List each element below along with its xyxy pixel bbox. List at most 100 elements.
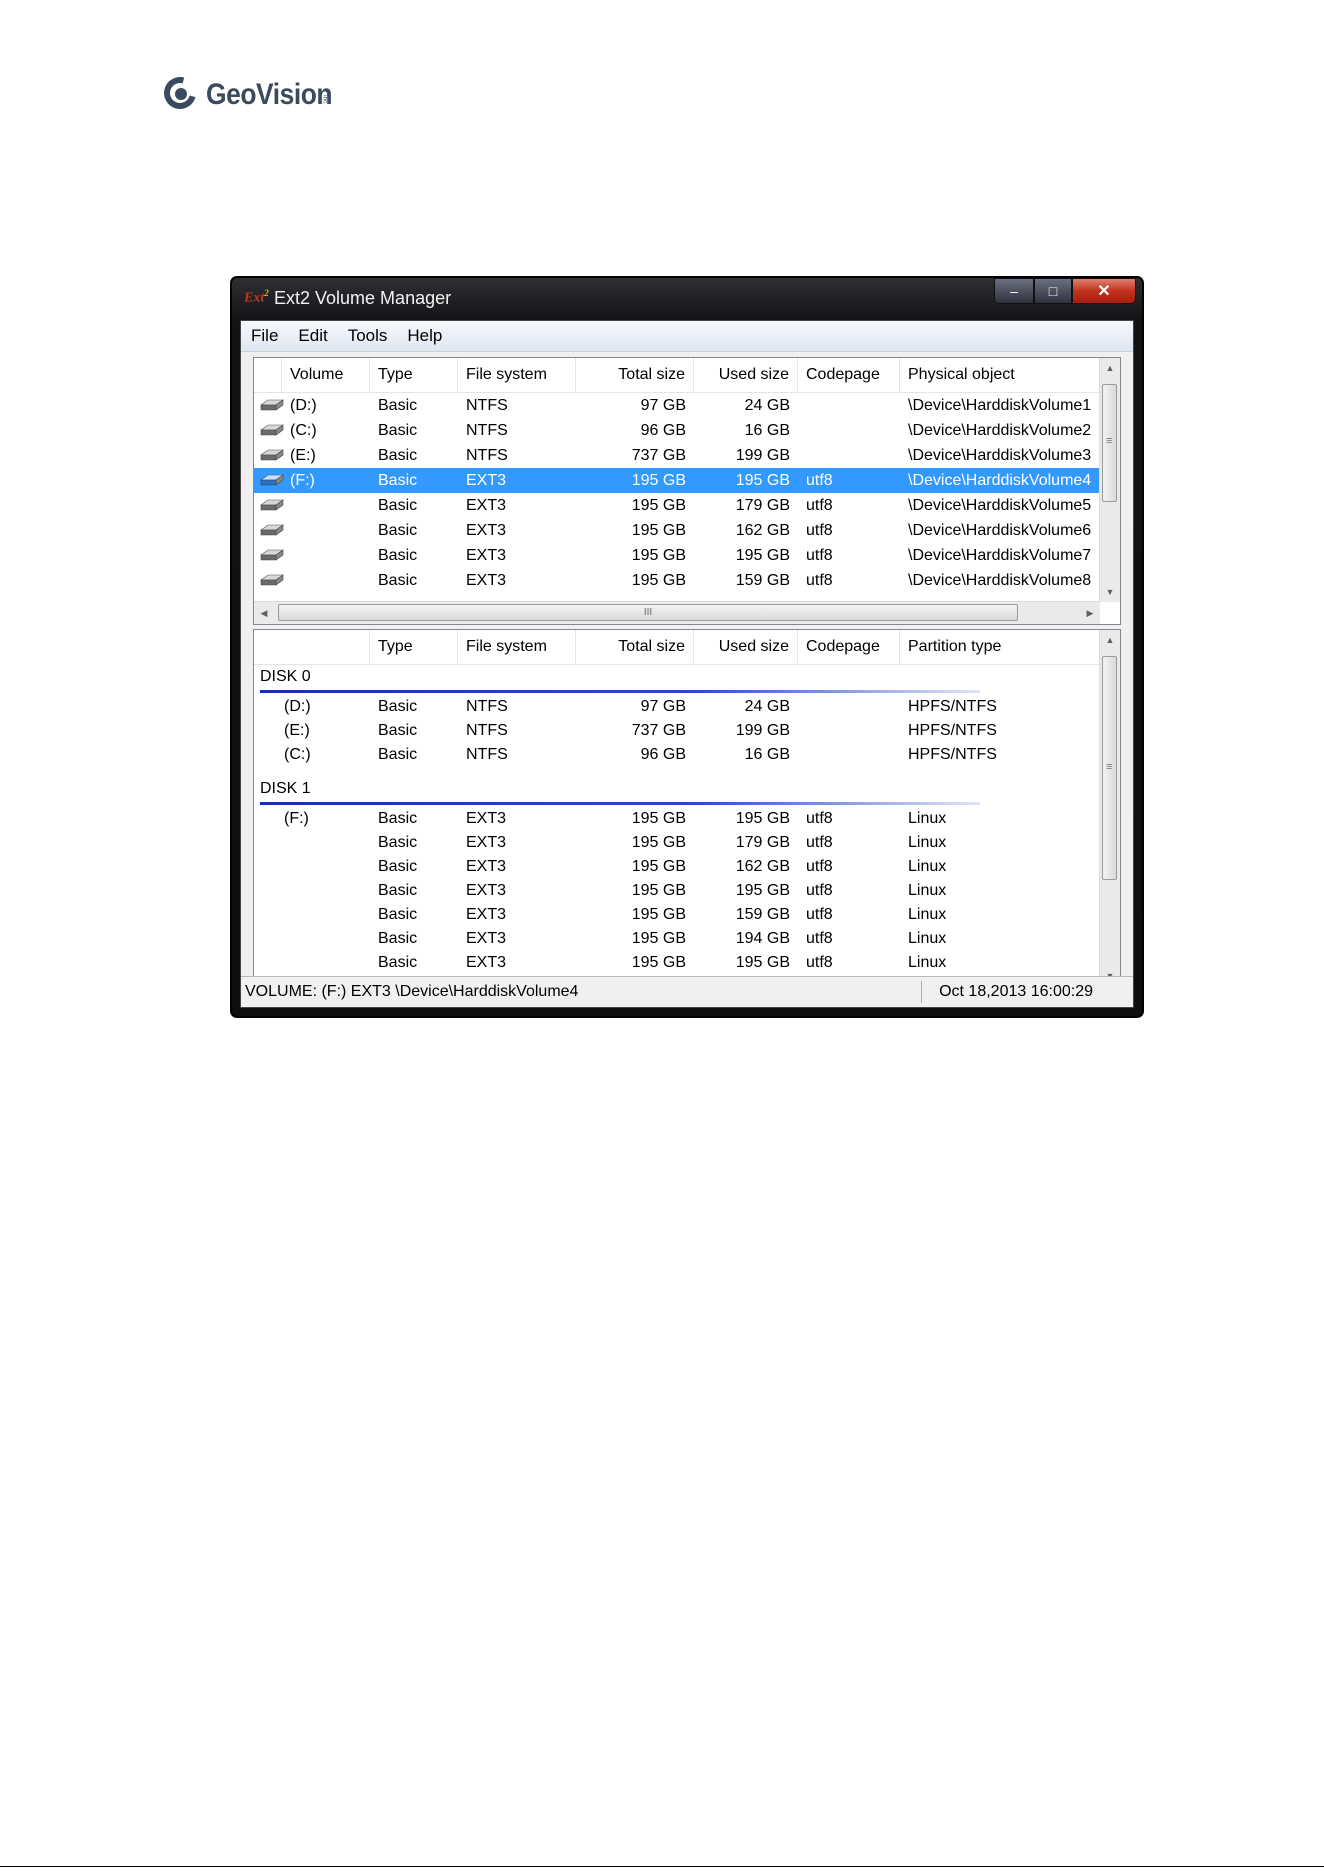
- hard-drive-icon: [260, 449, 284, 461]
- page-footer-rule: [0, 1866, 1324, 1867]
- volume-list-hscroll[interactable]: ◀ III ▶: [254, 601, 1100, 624]
- volume-row[interactable]: Basic EXT3 195 GB 179 GB utf8 \Device\Harddis…: [254, 493, 1114, 518]
- scroll-up-arrow-icon[interactable]: ▲: [1100, 358, 1120, 378]
- partition-row[interactable]: Basic EXT3 195 GB 195 GB utf8 Linux: [254, 878, 1114, 902]
- cell-total: 195 GB: [631, 858, 686, 875]
- cell-used: 199 GB: [735, 447, 790, 464]
- cell-volume: [276, 926, 370, 951]
- volume-row[interactable]: (C:) Basic NTFS 96 GB 16 GB \Device\HarddiskV…: [254, 418, 1114, 443]
- volume-list-vscroll-thumb[interactable]: ≡: [1102, 384, 1117, 502]
- cell-codepage: utf8: [806, 954, 833, 971]
- column-header-total-size[interactable]: Total size: [576, 358, 694, 392]
- volume-row[interactable]: Basic EXT3 195 GB 159 GB utf8 \Device\Harddis…: [254, 568, 1114, 593]
- volume-list-vscroll[interactable]: ▲ ≡ ▼: [1099, 358, 1120, 602]
- cell-ptype: Linux: [908, 858, 947, 875]
- cell-total: 195 GB: [631, 834, 686, 851]
- column-header-codepage[interactable]: Codepage: [798, 630, 900, 664]
- column-header-total-size[interactable]: Total size: [576, 630, 694, 664]
- window-title: Ext2 Volume Manager: [274, 288, 452, 308]
- cell-ptype: Linux: [908, 810, 947, 827]
- column-header-volume[interactable]: [254, 630, 370, 664]
- cell-type: Basic: [378, 930, 418, 947]
- hard-drive-icon: [260, 474, 284, 486]
- partition-row[interactable]: Basic EXT3 195 GB 159 GB utf8 Linux: [254, 902, 1114, 926]
- menu-bar: File Edit Tools Help: [241, 321, 1133, 352]
- volume-row[interactable]: (F:) Basic EXT3 195 GB 195 GB utf8 \Device\Har…: [254, 468, 1114, 493]
- partition-list[interactable]: Type File system Total size Used size Codepa…: [253, 629, 1121, 987]
- volume-list-hscroll-thumb[interactable]: III: [278, 604, 1018, 621]
- cell-ptype: Linux: [908, 882, 947, 899]
- volume-row[interactable]: Basic EXT3 195 GB 162 GB utf8 \Device\Harddis…: [254, 518, 1114, 543]
- cell-volume: [282, 518, 370, 543]
- menu-file[interactable]: File: [241, 326, 288, 346]
- partition-row[interactable]: Basic EXT3 195 GB 195 GB utf8 Linux: [254, 950, 1114, 974]
- column-header-volume[interactable]: Volume: [282, 358, 370, 392]
- cell-used: 162 GB: [735, 522, 790, 539]
- hard-drive-icon: [260, 549, 284, 561]
- cell-fs: NTFS: [466, 422, 508, 439]
- maximize-button[interactable]: □: [1034, 278, 1072, 304]
- geovision-logo: GeoVision Inc.: [158, 70, 333, 120]
- cell-used: 159 GB: [735, 906, 790, 923]
- column-header-file-system[interactable]: File system: [458, 358, 576, 392]
- cell-volume: [276, 902, 370, 927]
- cell-fs: EXT3: [466, 547, 507, 564]
- cell-used: 199 GB: [735, 722, 790, 739]
- partition-row[interactable]: (F:) Basic EXT3 195 GB 195 GB utf8 Linux: [254, 806, 1114, 830]
- scroll-right-arrow-icon[interactable]: ▶: [1080, 603, 1100, 623]
- minimize-button[interactable]: –: [994, 278, 1034, 304]
- app-window: Ext2 Ext2 Volume Manager – □ ✕ File Edit T…: [230, 276, 1144, 1018]
- partition-list-vscroll-thumb[interactable]: ≡: [1102, 656, 1117, 880]
- column-header-codepage[interactable]: Codepage: [798, 358, 900, 392]
- menu-help[interactable]: Help: [397, 326, 452, 346]
- volume-list-header: Volume Type File system Total size Used size…: [254, 358, 1114, 393]
- volume-list[interactable]: Volume Type File system Total size Used size…: [253, 357, 1121, 625]
- cell-fs: EXT3: [466, 858, 507, 875]
- scroll-left-arrow-icon[interactable]: ◀: [254, 603, 274, 623]
- cell-fs: NTFS: [466, 397, 508, 414]
- cell-fs: EXT3: [466, 522, 507, 539]
- cell-used: 24 GB: [744, 397, 790, 414]
- partition-row[interactable]: (E:) Basic NTFS 737 GB 199 GB HPFS/NTFS: [254, 718, 1114, 742]
- title-bar[interactable]: Ext2 Ext2 Volume Manager – □ ✕: [232, 278, 1142, 320]
- partition-row[interactable]: Basic EXT3 195 GB 194 GB utf8 Linux: [254, 926, 1114, 950]
- cell-type: Basic: [378, 397, 418, 414]
- status-separator: [921, 981, 922, 1003]
- scroll-down-arrow-icon[interactable]: ▼: [1100, 582, 1120, 602]
- volume-row[interactable]: (D:) Basic NTFS 97 GB 24 GB \Device\HarddiskV…: [254, 393, 1114, 418]
- cell-type: Basic: [378, 858, 418, 875]
- partition-row[interactable]: Basic EXT3 195 GB 179 GB utf8 Linux: [254, 830, 1114, 854]
- column-header-type[interactable]: Type: [370, 630, 458, 664]
- partition-list-vscroll[interactable]: ▲ ≡ ▼: [1099, 630, 1120, 986]
- scroll-up-arrow-icon[interactable]: ▲: [1100, 630, 1120, 650]
- cell-used: 195 GB: [735, 954, 790, 971]
- cell-total: 195 GB: [631, 810, 686, 827]
- column-header-physical-object[interactable]: Physical object: [900, 358, 1114, 392]
- hard-drive-icon: [260, 424, 284, 436]
- cell-total: 97 GB: [640, 397, 686, 414]
- column-header-used-size[interactable]: Used size: [694, 630, 798, 664]
- partition-row[interactable]: (C:) Basic NTFS 96 GB 16 GB HPFS/NTFS: [254, 742, 1114, 766]
- volume-row[interactable]: (E:) Basic NTFS 737 GB 199 GB \Device\Harddis…: [254, 443, 1114, 468]
- menu-tools[interactable]: Tools: [338, 326, 398, 346]
- cell-fs: NTFS: [466, 447, 508, 464]
- cell-codepage: [798, 718, 900, 743]
- cell-fs: EXT3: [466, 497, 507, 514]
- cell-ptype: Linux: [908, 930, 947, 947]
- cell-codepage: [798, 443, 900, 468]
- hard-drive-icon: [260, 499, 284, 511]
- column-header-partition-type[interactable]: Partition type: [900, 630, 1114, 664]
- cell-type: Basic: [378, 422, 418, 439]
- column-header-file-system[interactable]: File system: [458, 630, 576, 664]
- close-button[interactable]: ✕: [1072, 278, 1136, 304]
- partition-row[interactable]: Basic EXT3 195 GB 162 GB utf8 Linux: [254, 854, 1114, 878]
- menu-edit[interactable]: Edit: [288, 326, 337, 346]
- cell-volume: [276, 950, 370, 975]
- cell-codepage: utf8: [806, 834, 833, 851]
- cell-codepage: utf8: [806, 906, 833, 923]
- column-header-type[interactable]: Type: [370, 358, 458, 392]
- partition-row[interactable]: (D:) Basic NTFS 97 GB 24 GB HPFS/NTFS: [254, 694, 1114, 718]
- column-header-used-size[interactable]: Used size: [694, 358, 798, 392]
- cell-used: 179 GB: [735, 497, 790, 514]
- volume-row[interactable]: Basic EXT3 195 GB 195 GB utf8 \Device\Harddis…: [254, 543, 1114, 568]
